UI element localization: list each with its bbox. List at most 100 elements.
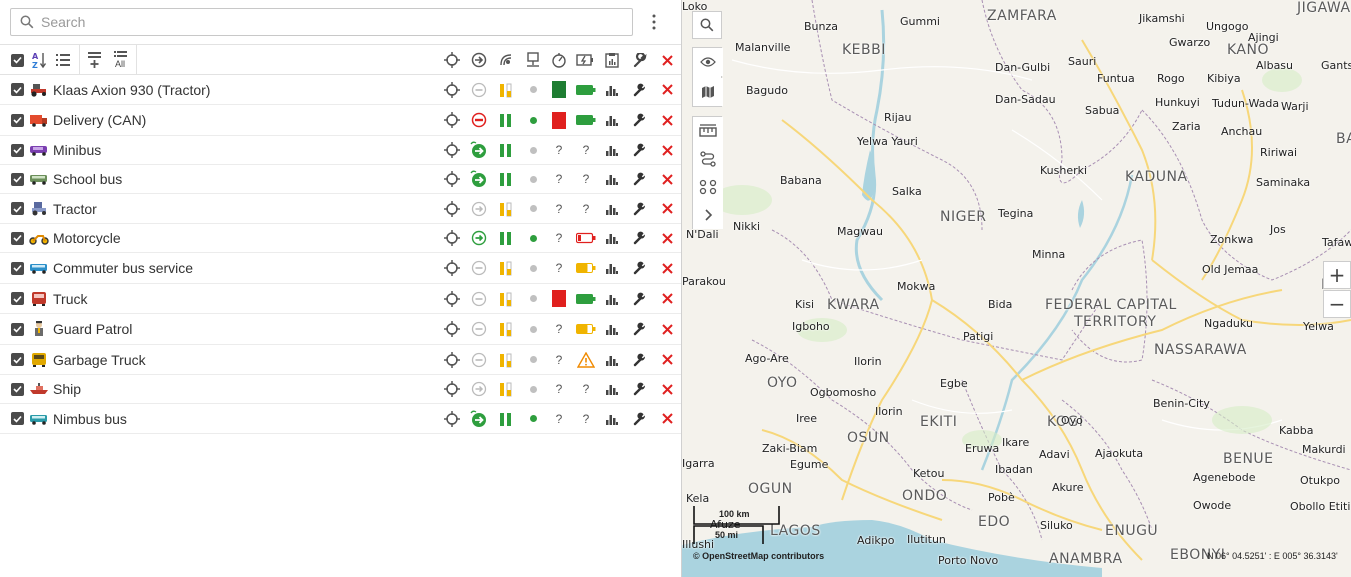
service-wrench-icon[interactable] <box>628 404 652 433</box>
unit-checkbox[interactable] <box>5 194 29 223</box>
power-header-icon[interactable] <box>573 45 597 75</box>
connection-status[interactable]: ? <box>547 194 571 223</box>
service-wrench-icon[interactable] <box>628 224 652 252</box>
power-status[interactable] <box>573 314 599 344</box>
map-attribution[interactable]: © OpenStreetMap contributors <box>693 551 824 561</box>
connection-dot[interactable] <box>521 194 545 223</box>
motion-status-icon[interactable] <box>467 224 491 252</box>
motion-status-icon[interactable] <box>467 253 491 283</box>
service-wrench-icon[interactable] <box>628 194 652 223</box>
report-chart-icon[interactable] <box>600 284 624 313</box>
locate-icon[interactable] <box>440 253 464 283</box>
motion-status-icon[interactable] <box>467 345 491 374</box>
motion-status-icon[interactable] <box>467 375 491 403</box>
delete-unit-icon[interactable] <box>655 375 679 403</box>
unit-checkbox[interactable] <box>5 345 29 374</box>
delete-unit-icon[interactable] <box>655 105 679 135</box>
connection-header-icon[interactable] <box>521 45 545 75</box>
unit-name[interactable]: Ship <box>53 375 81 403</box>
delete-unit-icon[interactable] <box>655 75 679 104</box>
unit-checkbox[interactable] <box>5 404 29 433</box>
connection-status[interactable]: ? <box>547 345 571 374</box>
connection-status[interactable] <box>547 284 571 313</box>
power-status[interactable]: ? <box>573 194 599 223</box>
locate-icon[interactable] <box>440 105 464 135</box>
power-status[interactable] <box>573 284 599 313</box>
connection-status[interactable]: ? <box>547 375 571 403</box>
delete-unit-icon[interactable] <box>655 136 679 164</box>
map-search-button[interactable] <box>692 11 722 39</box>
power-status[interactable] <box>573 75 599 104</box>
gps-signal-icon[interactable] <box>494 375 518 403</box>
power-status[interactable]: ? <box>573 136 599 164</box>
unit-row[interactable]: Tractor?? <box>0 194 681 224</box>
report-chart-icon[interactable] <box>600 136 624 164</box>
gps-signal-icon[interactable] <box>494 404 518 433</box>
service-wrench-icon[interactable] <box>628 75 652 104</box>
connection-status[interactable]: ? <box>547 224 571 252</box>
connection-status[interactable] <box>547 75 571 104</box>
report-chart-icon[interactable] <box>600 105 624 135</box>
unit-checkbox[interactable] <box>5 136 29 164</box>
motion-status-icon[interactable] <box>467 314 491 344</box>
gps-signal-icon[interactable] <box>494 165 518 193</box>
service-wrench-icon[interactable] <box>628 136 652 164</box>
speedometer-header-icon[interactable] <box>547 45 571 75</box>
service-wrench-icon[interactable] <box>628 253 652 283</box>
motion-status-icon[interactable] <box>467 75 491 104</box>
motion-status-icon[interactable] <box>467 136 491 164</box>
gps-signal-icon[interactable] <box>494 75 518 104</box>
power-status[interactable] <box>573 345 599 374</box>
connection-status[interactable]: ? <box>547 253 571 283</box>
unit-name[interactable]: Motorcycle <box>53 224 121 252</box>
connection-dot[interactable] <box>521 314 545 344</box>
route-button[interactable] <box>693 145 723 173</box>
unit-name[interactable]: Delivery (CAN) <box>53 105 146 135</box>
delete-unit-icon[interactable] <box>655 314 679 344</box>
delete-unit-icon[interactable] <box>655 165 679 193</box>
unit-checkbox[interactable] <box>5 314 29 344</box>
unit-name[interactable]: Garbage Truck <box>53 345 146 374</box>
unit-row[interactable]: Nimbus bus?? <box>0 404 681 434</box>
zoom-out-button[interactable]: − <box>1323 290 1351 318</box>
unit-name[interactable]: Nimbus bus <box>53 404 127 433</box>
gps-signal-icon[interactable] <box>494 345 518 374</box>
service-wrench-icon[interactable] <box>628 314 652 344</box>
delete-unit-icon[interactable] <box>655 194 679 223</box>
unit-name[interactable]: Minibus <box>53 136 101 164</box>
unit-checkbox[interactable] <box>5 375 29 403</box>
unit-row[interactable]: Klaas Axion 930 (Tractor) <box>0 75 681 105</box>
connection-status[interactable]: ? <box>547 404 571 433</box>
unit-row[interactable]: Delivery (CAN) <box>0 105 681 136</box>
unit-name[interactable]: Truck <box>53 284 87 313</box>
unit-row[interactable]: Commuter bus service? <box>0 253 681 284</box>
connection-dot[interactable] <box>521 253 545 283</box>
locate-icon[interactable] <box>440 224 464 252</box>
unit-checkbox[interactable] <box>5 224 29 252</box>
report-chart-icon[interactable] <box>600 194 624 223</box>
unit-checkbox[interactable] <box>5 253 29 283</box>
all-units-icon[interactable]: All <box>108 45 132 75</box>
connection-dot[interactable] <box>521 105 545 135</box>
report-header-icon[interactable] <box>600 45 624 75</box>
delete-unit-icon[interactable] <box>655 404 679 433</box>
report-chart-icon[interactable] <box>600 404 624 433</box>
gps-signal-icon[interactable] <box>494 284 518 313</box>
locate-icon[interactable] <box>440 375 464 403</box>
service-header-icon[interactable] <box>628 45 652 75</box>
report-chart-icon[interactable] <box>600 375 624 403</box>
visibility-button[interactable] <box>693 48 723 76</box>
connection-status[interactable]: ? <box>547 165 571 193</box>
unit-row[interactable]: Minibus?? <box>0 136 681 165</box>
gps-signal-icon[interactable] <box>494 224 518 252</box>
locate-icon[interactable] <box>440 314 464 344</box>
connection-dot[interactable] <box>521 136 545 164</box>
report-chart-icon[interactable] <box>600 75 624 104</box>
delete-unit-icon[interactable] <box>655 284 679 313</box>
motion-status-icon[interactable] <box>467 105 491 135</box>
gps-signal-icon[interactable] <box>494 314 518 344</box>
locate-icon[interactable] <box>440 136 464 164</box>
service-wrench-icon[interactable] <box>628 375 652 403</box>
unit-checkbox[interactable] <box>5 75 29 104</box>
connection-dot[interactable] <box>521 404 545 433</box>
